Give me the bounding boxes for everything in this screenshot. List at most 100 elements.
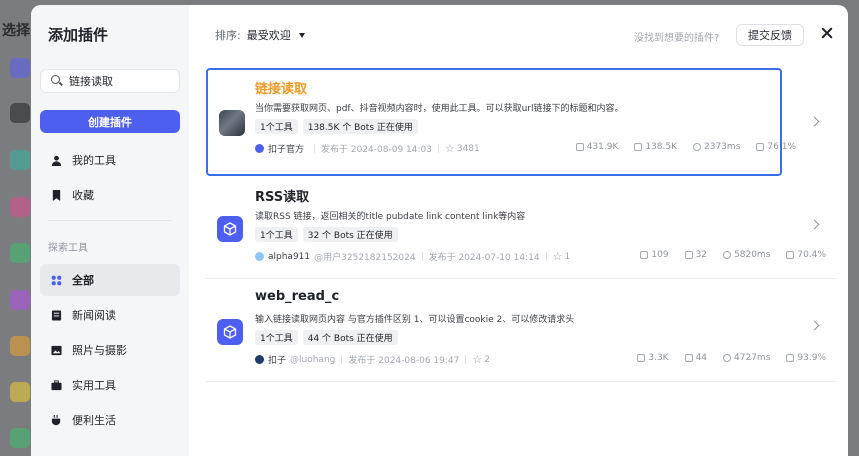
divider xyxy=(437,144,439,153)
divider xyxy=(545,252,547,261)
sidebar-item-news[interactable]: 新闻阅读 xyxy=(40,299,180,331)
author-avatar xyxy=(255,144,264,153)
chevron-right-icon[interactable] xyxy=(809,116,820,127)
star-icon: ☆ xyxy=(552,250,563,263)
stat-views: 109 xyxy=(640,250,669,260)
background-tile-icon xyxy=(10,290,30,310)
plugin-card-link-reader[interactable]: 链接读取 当你需要获取网页、pdf、抖音视频内容时，使用此工具。可以获取url链… xyxy=(206,68,796,176)
modal-sidebar: 添加插件 创建插件 我的工具 收藏 探索工具 全部 新闻阅读 照片与摄影 xyxy=(31,5,189,456)
plugin-stats: 3.3K 44 4727ms 93.9% xyxy=(637,353,826,363)
background-tile-icon xyxy=(10,150,30,170)
sidebar-item-label: 便利生活 xyxy=(72,414,116,427)
sidebar-item-label: 我的工具 xyxy=(72,154,116,167)
create-plugin-button[interactable]: 创建插件 xyxy=(40,110,180,133)
divider xyxy=(314,144,316,153)
background-tile-icon xyxy=(10,382,30,402)
background-title: 选择 xyxy=(2,23,30,39)
plugin-description: 读取RSS 链接，返回相关的title pubdate link content… xyxy=(255,212,526,222)
toolbox-icon xyxy=(51,379,62,390)
author-name: 扣子官方 xyxy=(268,145,305,155)
star-icon: ☆ xyxy=(444,142,455,155)
sort-value[interactable]: 最受欢迎 xyxy=(247,27,291,43)
publish-date: 发布于 2024-08-06 19:47 xyxy=(348,356,460,366)
stat-views: 3.3K xyxy=(637,353,669,363)
sidebar-item-all[interactable]: 全部 xyxy=(40,264,180,296)
news-icon xyxy=(51,309,62,321)
search-icon xyxy=(51,75,63,87)
rate-icon xyxy=(786,354,795,362)
stat-rate: 76.1% xyxy=(756,142,796,152)
author-name: alpha911 xyxy=(268,251,311,262)
background-tile-icon xyxy=(10,428,30,448)
clock-icon xyxy=(723,251,732,259)
close-icon[interactable] xyxy=(821,27,833,39)
bots-icon xyxy=(684,354,693,362)
divider xyxy=(341,355,343,364)
plugin-name: web_read_c xyxy=(255,289,340,304)
plugin-tags: 1个工具 44 个 Bots 正在使用 xyxy=(255,330,398,345)
stat-time: 5820ms xyxy=(723,250,770,260)
plugin-stats: 109 32 5820ms 70.4% xyxy=(640,250,826,260)
rate-icon xyxy=(756,143,765,151)
plugin-stats: 431.9K 138.5K 2373ms 76.1% xyxy=(575,142,796,152)
divider xyxy=(465,355,467,364)
search-input[interactable] xyxy=(69,74,169,88)
background-tile-icon xyxy=(10,243,30,263)
bots-tag: 44 个 Bots 正在使用 xyxy=(302,330,398,345)
bots-icon xyxy=(684,251,693,259)
author-name: 扣子 xyxy=(268,356,287,366)
star-count: 1 xyxy=(564,251,571,262)
grid-icon xyxy=(51,275,62,285)
plugin-avatar-icon xyxy=(219,110,245,136)
clock-icon xyxy=(693,143,702,151)
stat-bots: 44 xyxy=(684,353,707,363)
caret-down-icon[interactable] xyxy=(298,32,305,38)
plugin-name: RSS读取 xyxy=(255,190,310,205)
sidebar-item-utilities[interactable]: 实用工具 xyxy=(40,369,180,401)
publish-date: 发布于 2024-07-10 14:14 xyxy=(428,253,540,263)
views-icon xyxy=(575,143,584,151)
tools-tag: 1个工具 xyxy=(255,330,298,345)
author-handle: @luohang xyxy=(290,354,336,365)
stat-rate: 70.4% xyxy=(786,250,826,260)
sidebar-item-photo[interactable]: 照片与摄影 xyxy=(40,334,180,366)
sidebar-item-label: 实用工具 xyxy=(72,379,116,392)
rate-icon xyxy=(786,251,795,259)
add-plugin-modal: 添加插件 创建插件 我的工具 收藏 探索工具 全部 新闻阅读 照片与摄影 xyxy=(31,5,848,456)
sort-control[interactable]: 排序: 最受欢迎 xyxy=(215,27,305,43)
sidebar-item-favorites[interactable]: 收藏 xyxy=(40,179,180,211)
user-icon xyxy=(51,155,62,166)
sidebar-item-label: 全部 xyxy=(72,274,94,287)
feedback-button[interactable]: 提交反馈 xyxy=(736,24,804,46)
background-tile-icon xyxy=(10,58,30,78)
plugin-card-rss-reader[interactable]: RSS读取 读取RSS 链接，返回相关的title pubdate link c… xyxy=(206,176,836,279)
sidebar-item-my-tools[interactable]: 我的工具 xyxy=(40,144,180,176)
plugin-cube-icon xyxy=(217,216,243,242)
bots-tag: 32 个 Bots 正在使用 xyxy=(302,227,398,242)
sidebar-section-label: 探索工具 xyxy=(48,243,88,254)
tools-tag: 1个工具 xyxy=(255,119,298,134)
search-box[interactable] xyxy=(40,69,180,93)
stat-time: 4727ms xyxy=(723,353,770,363)
plugin-meta: 扣子官方 发布于 2024-08-09 14:03 ☆ 3481 xyxy=(255,142,480,155)
modal-title: 添加插件 xyxy=(48,26,109,44)
bookmark-icon xyxy=(52,189,61,201)
clock-icon xyxy=(723,354,732,362)
plugin-description: 当你需要获取网页、pdf、抖音视频内容时，使用此工具。可以获取url链接下的标题… xyxy=(255,104,624,114)
plugin-description: 输入链接读取网页内容 与官方插件区别 1、可以设置cookie 2、可以修改请求… xyxy=(255,315,575,325)
cup-icon xyxy=(51,414,61,425)
author-avatar xyxy=(255,252,264,261)
sidebar-item-label: 照片与摄影 xyxy=(72,344,127,357)
author-avatar xyxy=(255,355,264,364)
star-icon: ☆ xyxy=(472,353,483,366)
plugin-meta: alpha911 @用户3252182152024 发布于 2024-07-10… xyxy=(255,250,570,263)
sidebar-item-life[interactable]: 便利生活 xyxy=(40,404,180,436)
background-tile-icon xyxy=(10,336,30,356)
publish-date: 发布于 2024-08-09 14:03 xyxy=(321,145,432,155)
stat-rate: 93.9% xyxy=(786,353,826,363)
stat-time: 2373ms xyxy=(693,142,740,152)
divider xyxy=(421,252,423,261)
plugin-tags: 1个工具 138.5K 个 Bots 正在使用 xyxy=(255,119,418,134)
plugin-card-web-read-c[interactable]: web_read_c 输入链接读取网页内容 与官方插件区别 1、可以设置cook… xyxy=(206,279,836,382)
stat-views: 431.9K xyxy=(575,142,618,152)
